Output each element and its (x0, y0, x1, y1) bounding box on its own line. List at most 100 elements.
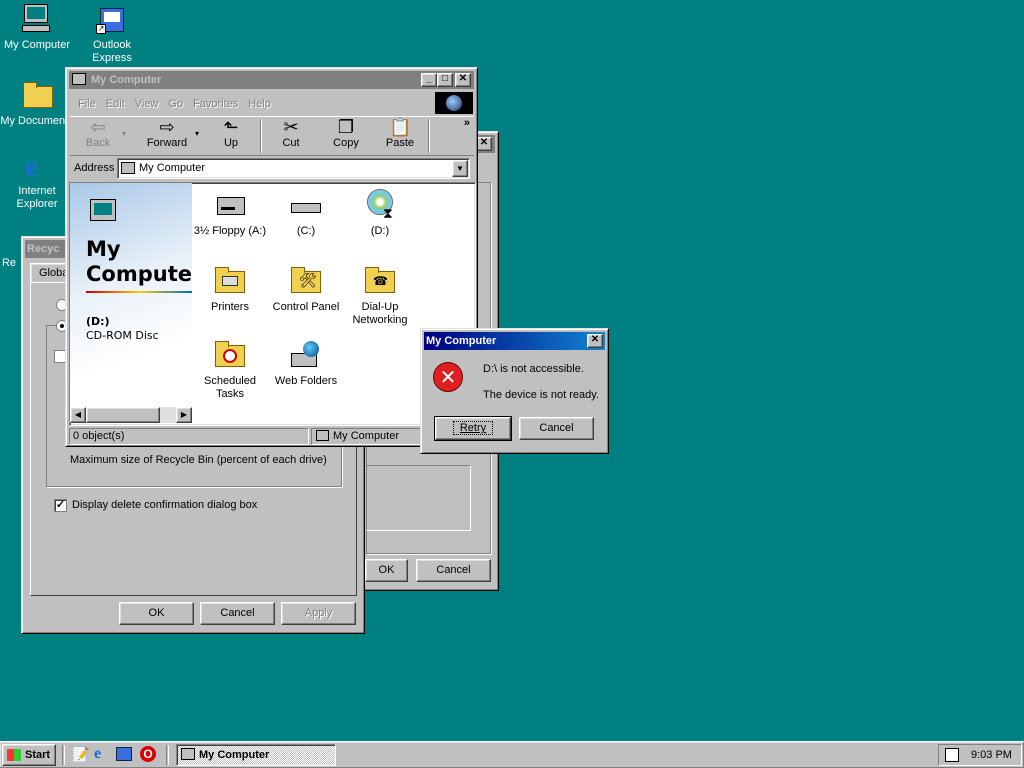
menu-file[interactable]: File (78, 98, 96, 110)
taskbar-separator (166, 745, 169, 765)
d-drive-item[interactable]: ⧗ (D:) (342, 189, 418, 238)
cancel-button[interactable]: Cancel (200, 602, 275, 625)
content-area: My Compute (D:) CD-ROM Disc 3½ Floppy (A… (69, 182, 476, 426)
address-value: My Computer (139, 162, 206, 174)
apply-button[interactable]: Apply (281, 602, 356, 625)
floppy-drive-item[interactable]: 3½ Floppy (A:) (192, 189, 268, 238)
hard-drive-icon (289, 189, 323, 221)
menu-favorites[interactable]: Favorites (193, 98, 238, 110)
control-panel-item[interactable]: 🛠 Control Panel (268, 265, 344, 314)
confirm-checkbox[interactable]: ✓ (54, 499, 67, 512)
quicklaunch-show-desktop-icon[interactable]: 📝 (72, 746, 89, 763)
desktop-icon-internet-explorer[interactable]: e Internet Explorer (0, 150, 74, 211)
web-folders-item[interactable]: Web Folders (268, 339, 344, 388)
my-computer-window: My Computer _ □ ✕ File Edit View Go Favorite… (65, 67, 478, 447)
printers-folder-icon (213, 265, 247, 297)
computer-small-icon (181, 748, 195, 760)
quicklaunch-internet-explorer-icon[interactable]: e (94, 745, 101, 763)
internet-explorer-icon: e (25, 150, 39, 183)
up-button[interactable]: ⬑ Up (216, 117, 246, 149)
clock[interactable]: 9:03 PM (971, 749, 1012, 761)
start-button[interactable]: Start (2, 744, 56, 766)
desktop-icon-outlook-express[interactable]: ↗ Outlook Express (75, 4, 149, 65)
scroll-right-button[interactable]: ▶ (176, 407, 192, 423)
close-button[interactable]: ✕ (476, 137, 492, 151)
back-dropdown-arrow[interactable]: ▾ (122, 129, 126, 138)
toolbar-more-chevron[interactable]: » (464, 117, 470, 129)
scroll-left-button[interactable]: ◀ (70, 407, 86, 423)
desktop-icon-label: My Documents (0, 115, 74, 127)
panel-title-line2: Compute (86, 262, 192, 286)
computer-small-icon (121, 162, 135, 174)
cut-button[interactable]: ✂ Cut (276, 117, 306, 149)
printers-item[interactable]: Printers (192, 265, 268, 314)
confirm-label: Display delete confirmation dialog box (72, 499, 258, 511)
desktop-icon-my-computer[interactable]: My Computer (0, 4, 74, 52)
selected-item-type: CD-ROM Disc (86, 329, 159, 342)
clipboard-icon: 📋 (389, 117, 412, 137)
quicklaunch-outlook-express-icon[interactable] (116, 747, 132, 761)
background-cancel-button[interactable]: Cancel (416, 559, 491, 582)
back-arrow-icon: ⇦ (90, 117, 106, 137)
max-size-label: Maximum size of Recycle Bin (percent of … (70, 454, 327, 466)
cancel-button[interactable]: Cancel (519, 417, 594, 440)
forward-arrow-icon: ⇨ (159, 117, 175, 137)
close-button[interactable]: ✕ (587, 334, 603, 348)
task-scheduler-tray-icon[interactable] (945, 748, 959, 762)
close-button[interactable]: ✕ (455, 73, 471, 87)
taskbar-task-my-computer[interactable]: My Computer (176, 744, 336, 766)
horizontal-scrollbar[interactable]: ◀ ▶ (70, 407, 192, 423)
background-dialog-box (366, 465, 471, 531)
menu-view[interactable]: View (135, 98, 159, 110)
menu-go[interactable]: Go (168, 98, 183, 110)
quicklaunch-opera-icon[interactable]: O (140, 746, 156, 762)
floppy-drive-icon (213, 189, 247, 221)
taskbar: Start 📝 e O My Computer 9:03 PM (0, 741, 1024, 768)
web-view-panel: My Compute (D:) CD-ROM Disc (70, 183, 192, 423)
maximize-button[interactable]: □ (437, 73, 453, 87)
error-message-line1: D:\ is not accessible. (483, 363, 584, 375)
scroll-thumb[interactable] (86, 407, 160, 423)
retry-button[interactable]: Retry (434, 416, 512, 441)
forward-button[interactable]: ⇨ Forward (142, 117, 192, 149)
paste-button[interactable]: 📋 Paste (382, 117, 418, 149)
windows-flag-icon (7, 749, 21, 761)
desktop-icon-my-documents[interactable]: My Documents (0, 80, 74, 128)
address-label: Address (74, 162, 115, 174)
menu-bar: File Edit View Go Favorites Help (78, 96, 281, 112)
desktop-icon-label: Outlook Express (92, 39, 132, 64)
cdrom-drive-icon: ⧗ (363, 189, 397, 221)
hourglass-cursor-icon: ⧗ (383, 205, 393, 221)
computer-icon (21, 4, 53, 36)
computer-small-icon (316, 430, 329, 441)
explorer-titlebar: My Computer _ □ ✕ (69, 71, 474, 89)
error-dialog-titlebar: My Computer ✕ (424, 332, 605, 350)
ok-button[interactable]: OK (119, 602, 194, 625)
forward-dropdown-arrow[interactable]: ▾ (195, 129, 199, 138)
menu-edit[interactable]: Edit (106, 98, 125, 110)
desktop-icon-label: My Computer (3, 39, 71, 51)
scheduled-tasks-item[interactable]: Scheduled Tasks (192, 339, 268, 401)
background-ok-button[interactable]: OK (365, 559, 408, 582)
scissors-icon: ✂ (283, 117, 299, 137)
folder-icon (21, 80, 53, 112)
back-button[interactable]: ⇦ Back (78, 117, 118, 149)
minimize-button[interactable]: _ (421, 73, 437, 87)
desktop-icon-label: Internet Explorer (16, 185, 58, 210)
computer-small-icon (72, 73, 86, 85)
scheduled-tasks-icon (213, 339, 247, 371)
menu-help[interactable]: Help (248, 98, 271, 110)
error-dialog-title: My Computer (426, 335, 497, 347)
web-folders-icon (289, 339, 323, 371)
copy-icon: ❐ (337, 117, 355, 137)
c-drive-item[interactable]: (C:) (268, 189, 344, 238)
panel-divider (86, 291, 192, 293)
outlook-express-icon: ↗ (96, 4, 128, 36)
toolbar-separator (260, 119, 262, 153)
status-left: 0 object(s) (69, 428, 309, 445)
address-combobox[interactable]: My Computer ▼ (117, 158, 470, 179)
dialup-networking-item[interactable]: ☎ Dial-Up Networking (342, 265, 418, 327)
copy-button[interactable]: ❐ Copy (328, 117, 364, 149)
up-folder-icon: ⬑ (223, 117, 239, 137)
address-dropdown-button[interactable]: ▼ (452, 160, 468, 177)
